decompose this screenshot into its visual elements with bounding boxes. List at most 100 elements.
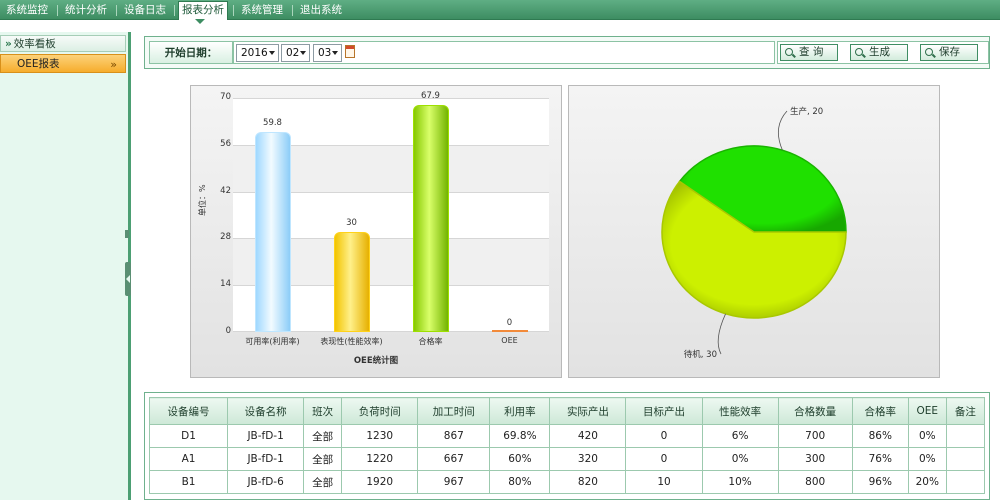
double-chevron-right-icon: » xyxy=(5,38,12,50)
bar-data-label: 0 xyxy=(506,318,513,328)
table-cell: JB-fD-1 xyxy=(227,447,305,471)
y-tick-label: 0 xyxy=(225,326,231,336)
month-value: 02 xyxy=(286,47,300,59)
x-tick-label: 表现性(性能效率) xyxy=(320,337,383,346)
oee-table-container: 设备编号 设备名称 班次 负荷时间 加工时间 利用率 实际产出 目标产出 性能效… xyxy=(144,392,990,500)
table-cell: 6% xyxy=(701,424,779,448)
nav-item-system-admin[interactable]: 系统管理 xyxy=(238,2,286,19)
query-button-label: 查 询 xyxy=(799,46,824,58)
bar-plot-area: 59.8 30 67.9 0 xyxy=(233,91,549,332)
y-tick-label: 56 xyxy=(220,138,231,149)
save-button-label: 保存 xyxy=(939,46,960,58)
pie-chart-panel: 生产, 20 待机, 30 xyxy=(568,85,940,378)
table-row[interactable]: D1 JB-fD-1 全部 1230 867 69.8% 420 0 6% 700 86% 0% xyxy=(148,424,986,448)
col-header: 负荷时间 xyxy=(341,397,419,425)
table-cell: 10% xyxy=(701,470,779,494)
table-cell: 967 xyxy=(417,470,491,494)
splitter-grip xyxy=(125,230,129,238)
nav-divider xyxy=(57,5,58,16)
col-header: 性能效率 xyxy=(701,397,779,425)
oee-bar-chart-panel: 59.8 30 67.9 0 0 14 28 42 56 70 可用率(利用率) 表现性(性能效率)… xyxy=(190,85,562,378)
col-header: 目标产出 xyxy=(625,397,703,425)
sidebar-group-label: 效率看板 xyxy=(13,38,56,50)
y-tick-label: 28 xyxy=(220,232,231,243)
bar[interactable] xyxy=(333,231,370,332)
start-date-label: 开始日期： xyxy=(149,41,233,64)
col-header: OEE xyxy=(907,397,947,425)
nav-divider xyxy=(292,5,293,16)
table-cell: B1 xyxy=(148,470,229,494)
dropdown-arrow-icon xyxy=(332,51,338,55)
x-tick-label: 可用率(利用率) xyxy=(245,337,300,346)
table-cell: 820 xyxy=(549,470,627,494)
save-button[interactable]: 保存 xyxy=(920,44,978,61)
table-cell: 全部 xyxy=(303,470,343,494)
table-cell: JB-fD-6 xyxy=(227,470,305,494)
table-cell: 20% xyxy=(907,470,947,494)
nav-item-logout[interactable]: 退出系统 xyxy=(297,2,345,19)
table-cell: 1220 xyxy=(341,447,419,471)
sidebar-group-efficiency-board[interactable]: » 效率看板 xyxy=(0,35,126,52)
table-cell: 0% xyxy=(907,447,947,471)
year-select[interactable]: 2016 xyxy=(236,44,279,62)
generate-button[interactable]: 生成 xyxy=(850,44,908,61)
table-header-row: 设备编号 设备名称 班次 负荷时间 加工时间 利用率 实际产出 目标产出 性能效… xyxy=(148,397,986,425)
sidebar-item-label: OEE报表 xyxy=(17,58,60,70)
sidebar-item-oee-report[interactable]: OEE报表 » xyxy=(0,54,126,73)
col-header: 设备编号 xyxy=(148,397,229,425)
gridline xyxy=(233,98,549,99)
y-tick-label: 14 xyxy=(220,279,231,290)
collapse-sidebar-handle[interactable] xyxy=(125,262,131,296)
table-cell: 700 xyxy=(777,424,853,448)
pie-leader-line xyxy=(777,110,788,151)
col-header: 合格数量 xyxy=(777,397,853,425)
table-cell: 69.8% xyxy=(489,424,551,448)
bar-data-label: 67.9 xyxy=(421,91,440,102)
bar[interactable] xyxy=(491,330,528,332)
double-chevron-right-icon: » xyxy=(110,58,117,71)
bar[interactable] xyxy=(412,105,449,332)
dropdown-arrow-icon xyxy=(269,51,275,55)
bar-data-label: 30 xyxy=(346,217,357,228)
col-header: 加工时间 xyxy=(417,397,491,425)
table-cell: 96% xyxy=(851,470,909,494)
active-tab-caret xyxy=(195,19,205,24)
pie-chart: 生产, 20 待机, 30 xyxy=(661,106,847,360)
nav-item-device-log[interactable]: 设备日志 xyxy=(121,2,169,19)
nav-divider xyxy=(116,5,117,16)
table-cell: 76% xyxy=(851,447,909,471)
pie-leader-line xyxy=(717,313,726,355)
table-cell: 667 xyxy=(417,447,491,471)
month-select[interactable]: 02 xyxy=(281,44,310,62)
generate-button-label: 生成 xyxy=(869,46,890,58)
table-cell: JB-fD-1 xyxy=(227,424,305,448)
table-cell: 0 xyxy=(625,447,703,471)
nav-item-report-analysis[interactable]: 报表分析 xyxy=(178,1,228,20)
x-tick-label: 合格率 xyxy=(418,337,443,346)
query-button[interactable]: 查 询 xyxy=(780,44,838,61)
nav-item-statistics[interactable]: 统计分析 xyxy=(62,2,110,19)
search-icon xyxy=(785,48,793,56)
table-cell: 0 xyxy=(625,424,703,448)
table-cell: A1 xyxy=(148,447,229,471)
table-cell: 1920 xyxy=(341,470,419,494)
day-select[interactable]: 03 xyxy=(313,44,342,62)
table-cell: 0% xyxy=(701,447,779,471)
col-header: 设备名称 xyxy=(227,397,305,425)
calendar-icon[interactable] xyxy=(345,45,355,58)
table-cell xyxy=(945,424,986,448)
table-cell: 60% xyxy=(489,447,551,471)
filter-bar: 开始日期： 2016 02 03 查 询 生成 保存 xyxy=(144,36,990,69)
nav-item-monitor[interactable]: 系统监控 xyxy=(3,2,51,19)
table-row[interactable]: B1 JB-fD-6 全部 1920 967 80% 820 10 10% 800 96% 20% xyxy=(148,470,986,494)
table-row[interactable]: A1 JB-fD-1 全部 1220 667 60% 320 0 0% 300 76% 0% xyxy=(148,447,986,471)
year-value: 2016 xyxy=(241,47,268,59)
day-value: 03 xyxy=(318,47,332,59)
col-header: 利用率 xyxy=(489,397,551,425)
table-cell: 420 xyxy=(549,424,627,448)
table-cell xyxy=(945,447,986,471)
table-cell: 80% xyxy=(489,470,551,494)
bar[interactable] xyxy=(254,132,291,332)
col-header: 备注 xyxy=(945,397,986,425)
x-axis-label: OEE统计图 xyxy=(353,356,399,366)
